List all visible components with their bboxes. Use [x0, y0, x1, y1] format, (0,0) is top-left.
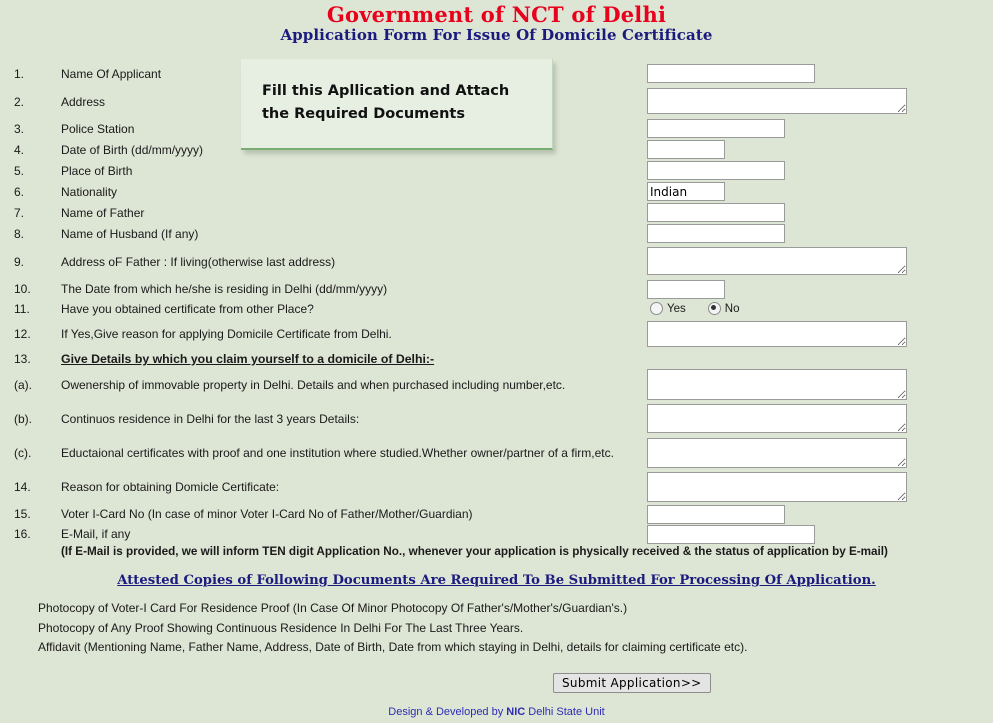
address-of-father-textarea[interactable] — [647, 247, 907, 275]
row-number-12: 12. — [14, 327, 31, 341]
label-name-of-applicant: Name Of Applicant — [61, 67, 162, 81]
row-number-4: 4. — [14, 143, 25, 157]
label-name-of-father: Name of Father — [61, 206, 145, 220]
row-number-a: (a). — [14, 378, 32, 392]
row-number-15: 15. — [14, 507, 31, 521]
label-date-residing-in-delhi: The Date from which he/she is residing i… — [61, 282, 388, 296]
reason-for-domicile-textarea[interactable] — [647, 472, 907, 502]
label-date-of-birth: Date of Birth (dd/mm/yyyy) — [61, 143, 204, 157]
label-police-station: Police Station — [61, 122, 135, 136]
instruction-line-2: the Required Documents — [262, 106, 465, 122]
name-of-father-input[interactable] — [647, 203, 785, 222]
page-subtitle: Application Form For Issue Of Domicile C… — [280, 26, 713, 44]
police-station-input[interactable] — [647, 119, 785, 138]
row-number-c: (c). — [14, 446, 32, 460]
label-reason-other-place: If Yes,Give reason for applying Domicile… — [61, 327, 392, 341]
footer-suffix: Delhi State Unit — [525, 706, 605, 718]
row-number-16: 16. — [14, 527, 31, 541]
radio-yes[interactable] — [650, 302, 663, 315]
page-title: Government of NCT of Delhi — [326, 2, 667, 27]
row-number-5: 5. — [14, 164, 25, 178]
row-number-6: 6. — [14, 185, 25, 199]
continuous-residence-textarea[interactable] — [647, 404, 907, 433]
name-of-applicant-input[interactable] — [647, 64, 815, 83]
radio-no[interactable] — [707, 302, 721, 315]
nationality-input[interactable] — [647, 182, 725, 201]
radio-no-label: No — [724, 302, 740, 315]
date-of-birth-input[interactable] — [647, 140, 725, 159]
email-input[interactable] — [647, 525, 815, 544]
row-number-7: 7. — [14, 206, 25, 220]
reason-other-place-textarea[interactable] — [647, 321, 907, 347]
row-number-b: (b). — [14, 412, 32, 426]
row-number-1: 1. — [14, 67, 25, 81]
row-number-3: 3. — [14, 122, 25, 136]
domicile-application-page: Government of NCT of Delhi Application F… — [0, 0, 993, 723]
name-of-husband-input[interactable] — [647, 224, 785, 243]
address-textarea[interactable] — [647, 88, 907, 114]
label-name-of-husband: Name of Husband (If any) — [61, 227, 199, 241]
voter-icard-no-input[interactable] — [647, 505, 785, 524]
attested-documents-heading: Attested Copies of Following Documents A… — [117, 573, 876, 588]
label-educational-certificates: Eductaional certificates with proof and … — [61, 446, 614, 460]
submit-application-button[interactable]: Submit Application>> — [553, 673, 711, 693]
place-of-birth-input[interactable] — [647, 161, 785, 180]
instruction-callout: Fill this Apllication and Attach the Req… — [241, 59, 553, 150]
label-email: E-Mail, if any — [61, 527, 131, 541]
instruction-line-1: Fill this Apllication and Attach — [262, 83, 510, 99]
label-ownership-details: Owenership of immovable property in Delh… — [61, 378, 566, 392]
row-number-8: 8. — [14, 227, 25, 241]
ownership-details-textarea[interactable] — [647, 369, 907, 400]
obtained-certificate-radio-group[interactable]: Yes No — [650, 302, 739, 315]
educational-certificates-textarea[interactable] — [647, 438, 907, 468]
row-number-13: 13. — [14, 352, 31, 366]
footer-org: NIC — [506, 706, 526, 718]
date-residing-in-delhi-input[interactable] — [647, 280, 725, 299]
label-reason-for-domicile: Reason for obtaining Domicle Certificate… — [61, 480, 280, 494]
row-number-11: 11. — [14, 302, 30, 316]
email-note: (If E-Mail is provided, we will inform T… — [61, 545, 888, 558]
label-nationality: Nationality — [61, 185, 118, 199]
label-continuous-residence: Continuos residence in Delhi for the las… — [61, 412, 360, 426]
row-number-14: 14. — [14, 480, 31, 494]
label-obtained-certificate: Have you obtained certificate from other… — [61, 302, 314, 316]
label-address: Address — [61, 95, 106, 109]
label-voter-icard-no: Voter I-Card No (In case of minor Voter … — [61, 507, 473, 521]
instruction-callout-text: Fill this Apllication and Attach the Req… — [262, 80, 542, 126]
label-place-of-birth: Place of Birth — [61, 164, 133, 178]
document-item-2: Photocopy of Any Proof Showing Continuou… — [38, 621, 524, 635]
footer-prefix: Design & Developed by — [388, 706, 507, 718]
row-number-2: 2. — [14, 95, 25, 109]
label-address-of-father: Address oF Father : If living(otherwise … — [61, 255, 336, 269]
footer-credit: Design & Developed by NIC Delhi State Un… — [0, 706, 993, 718]
document-item-1: Photocopy of Voter-I Card For Residence … — [38, 601, 628, 615]
row-number-9: 9. — [14, 255, 25, 269]
label-claim-details-heading: Give Details by which you claim yourself… — [61, 352, 435, 366]
row-number-10: 10. — [14, 282, 31, 296]
document-item-3: Affidavit (Mentioning Name, Father Name,… — [38, 640, 748, 654]
radio-yes-label: Yes — [667, 302, 686, 315]
